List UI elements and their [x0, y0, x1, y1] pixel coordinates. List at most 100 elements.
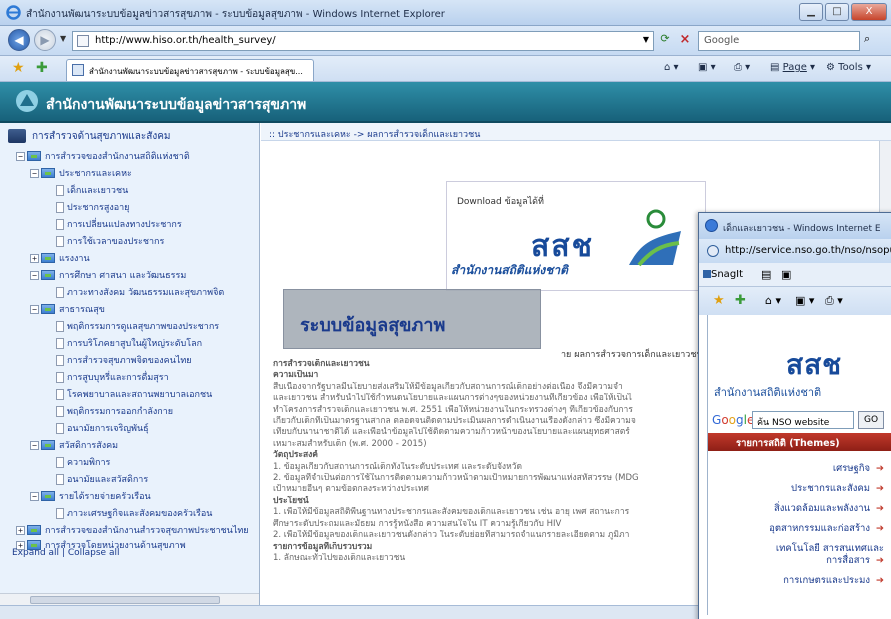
print-icon[interactable]: ⎙ ▾ — [734, 62, 750, 73]
snagit-button[interactable]: SnagIt — [711, 269, 743, 280]
tree-leaf[interactable]: ประชากรสูงอายุ — [56, 200, 129, 214]
favorites-star-icon[interactable]: ★ — [713, 293, 725, 308]
tree-leaf[interactable]: โรคพยาบาลและสถานพยาบาลเอกชน — [56, 387, 212, 401]
feeds-icon[interactable]: ▣ ▾ — [698, 62, 716, 73]
theme-item[interactable]: ประชากรและสังคม ➔ — [708, 483, 884, 495]
tree-node[interactable]: + แรงงาน — [30, 251, 90, 265]
tree-leaf[interactable]: ภาวะทางสังคม วัฒนธรรมและสุขภาพจิต — [56, 285, 224, 299]
site-title: สำนักงานพัฒนาระบบข้อมูลข่าวสารสุขภาพ — [46, 97, 307, 113]
tree-leaf[interactable]: การเปลี่ยนแปลงทางประชากร — [56, 217, 182, 231]
theme-item[interactable]: การสื่อสาร ➔ — [708, 555, 884, 567]
tree-node-label: การสำรวจสุขภาพจิตของคนไทย — [67, 356, 192, 366]
close-button[interactable]: X — [851, 3, 887, 21]
article-line: 2. ข้อมูลที่จำเป็นต่อการใช้ในการติดตามคว… — [273, 473, 639, 484]
theme-item[interactable]: เศรษฐกิจ ➔ — [708, 463, 884, 475]
collapse-icon[interactable]: − — [30, 270, 39, 280]
tree-leaf[interactable]: อนามัยการเจริญพันธุ์ — [56, 421, 149, 435]
home-icon[interactable]: ⌂ ▾ — [664, 62, 679, 73]
scrollbar-thumb[interactable] — [30, 596, 220, 604]
tree-leaf[interactable]: พฤติกรรมการออกกำลังกาย — [56, 404, 173, 418]
forward-button[interactable]: ▶ — [34, 29, 56, 51]
theme-item[interactable]: สิ่งแวดล้อมและพลังงาน ➔ — [708, 503, 884, 515]
tree-leaf[interactable]: การใช้เวลาของประชากร — [56, 234, 164, 248]
article-subheading: รายการข้อมูลที่เก็บรวบรวม — [273, 541, 373, 552]
tree-node[interactable]: − สวัสดิการสังคม — [30, 438, 118, 452]
history-dropdown-icon[interactable]: ▼ — [60, 34, 66, 43]
add-favorite-icon[interactable]: ✚ — [735, 293, 746, 308]
tree-leaf[interactable]: การสูบบุหรี่และการดื่มสุรา — [56, 370, 169, 384]
second-url-text[interactable]: http://service.nso.go.th/nso/nsopu — [725, 245, 891, 256]
tree-node-label: ภาวะเศรษฐกิจและสังคมของครัวเรือน — [67, 509, 213, 519]
arrow-right-icon: ➔ — [876, 555, 884, 566]
minimize-button[interactable]: ▁ — [799, 3, 823, 21]
expand-all-link[interactable]: Expand all — [12, 548, 59, 558]
tree-leaf[interactable]: เด็กและเยาวชน — [56, 183, 128, 197]
collapse-icon[interactable]: − — [30, 491, 39, 501]
collapse-icon[interactable]: − — [30, 168, 39, 178]
breadcrumb-text[interactable]: :: ประชากรและเคหะ -> ผลการสำรวจเด็กและเย… — [269, 127, 480, 141]
tree-node[interactable]: − สาธารณสุข — [30, 302, 105, 316]
document-icon — [56, 422, 64, 434]
url-input[interactable]: http://www.hiso.or.th/health_survey/ ▼ — [72, 31, 654, 51]
nso-org-name: สำนักงานสถิติแห่งชาติ — [714, 386, 822, 399]
tree-node[interactable]: − รายได้รายจ่ายครัวเรือน — [30, 489, 151, 503]
search-icon[interactable]: ⌕ — [864, 32, 870, 46]
collapse-icon[interactable]: − — [30, 440, 39, 450]
refresh-button[interactable]: ⟳ — [656, 32, 674, 50]
stop-button[interactable]: × — [676, 32, 694, 50]
tree-node[interactable]: − การสำรวจของสำนักงานสถิติแห่งชาติ — [16, 149, 190, 163]
tree-node-label: ประชากรและเคหะ — [59, 169, 132, 179]
print-icon[interactable]: ⎙ ▾ — [825, 294, 843, 308]
tree-node-label: การเปลี่ยนแปลงทางประชากร — [67, 220, 182, 230]
add-favorite-icon[interactable]: ✚ — [36, 60, 48, 76]
collapse-icon[interactable]: − — [16, 151, 25, 161]
navigation-tree: การสำรวจด้านสุขภาพและสังคม − การสำรวจของส… — [0, 123, 260, 605]
tree-leaf[interactable]: อนามัยและสวัสดิการ — [56, 472, 148, 486]
folder-icon — [41, 491, 55, 501]
google-search-input[interactable]: ค้น NSO website — [752, 411, 854, 429]
article-line: ศึกษาระดับประถมและมัธยม การรู้หนังสือ คว… — [273, 518, 562, 529]
tree-leaf[interactable]: พฤติกรรมการดูแลสุขภาพของประชากร — [56, 319, 219, 333]
tree-node-label: การใช้เวลาของประชากร — [67, 237, 165, 247]
tree-node-label: พฤติกรรมการออกกำลังกาย — [67, 407, 174, 417]
tree-leaf[interactable]: การสำรวจสุขภาพจิตของคนไทย — [56, 353, 192, 367]
theme-item[interactable]: เทคโนโลยี สารสนเทศและ — [708, 543, 884, 555]
collapse-all-link[interactable]: Collapse all — [68, 548, 120, 558]
tree-node[interactable]: + การสำรวจของสำนักงานสำรวจสุขภาพประชาชนไท… — [16, 523, 249, 537]
tree-node[interactable]: − การศึกษา ศาสนา และวัฒนธรรม — [30, 268, 186, 282]
search-input[interactable]: Google — [698, 31, 860, 51]
tools-menu-label: Tools — [838, 62, 863, 73]
back-button[interactable]: ◀ — [8, 29, 30, 51]
nso-emblem-icon[interactable] — [621, 203, 691, 273]
tree-footer: Expand all | Collapse all — [12, 548, 119, 558]
article-body: การสำรวจเด็กและเยาวชน ความเป็นมา สืบเนื่อ… — [273, 359, 713, 564]
theme-item[interactable]: การเกษตรและประมง ➔ — [708, 575, 884, 587]
article-line: เกี่ยวกับเด็กที่เป็นมาตรฐานสากล ตลอดจนติ… — [273, 416, 636, 427]
tree-leaf[interactable]: ภาวะเศรษฐกิจและสังคมของครัวเรือน — [56, 506, 212, 520]
capture-icon[interactable]: ▤ — [761, 268, 771, 281]
second-browser-window[interactable]: เด็กและเยาวชน - Windows Internet E http:… — [698, 212, 891, 619]
edit-icon[interactable]: ▣ — [781, 268, 791, 281]
collapse-icon[interactable]: − — [30, 304, 39, 314]
feeds-icon[interactable]: ▣ ▾ — [795, 294, 814, 307]
tools-menu[interactable]: ⚙ Tools ▾ — [826, 62, 871, 73]
theme-item[interactable]: อุตสาหกรรมและก่อสร้าง ➔ — [708, 523, 884, 535]
go-button[interactable]: GO — [858, 411, 884, 429]
maximize-button[interactable]: □ — [825, 3, 849, 21]
ie-logo-icon — [705, 219, 718, 232]
tree-leaf[interactable]: การบริโภคยาสูบในผู้ใหญ่ระดับโลก — [56, 336, 202, 350]
page-menu[interactable]: ▤ Page ▾ — [770, 62, 815, 73]
horizontal-scrollbar[interactable] — [0, 593, 259, 605]
tree-root[interactable]: การสำรวจด้านสุขภาพและสังคม — [8, 129, 171, 143]
expand-icon[interactable]: + — [16, 525, 25, 535]
expand-icon[interactable]: + — [30, 253, 39, 263]
browser-tab[interactable]: สำนักงานพัฒนาระบบข้อมูลข่าวสารสุขภาพ - ร… — [66, 59, 314, 81]
home-icon[interactable]: ⌂ ▾ — [765, 294, 781, 307]
tree-node[interactable]: − ประชากรและเคหะ — [30, 166, 132, 180]
url-dropdown-icon[interactable]: ▼ — [643, 35, 649, 44]
favorites-star-icon[interactable]: ★ — [12, 60, 25, 76]
tree-leaf[interactable]: ความพิการ — [56, 455, 110, 469]
second-command-bar: ★ ✚ ⌂ ▾ ▣ ▾ ⎙ ▾ — [699, 287, 891, 315]
document-icon — [56, 456, 64, 468]
arrow-right-icon: ➔ — [876, 483, 884, 494]
